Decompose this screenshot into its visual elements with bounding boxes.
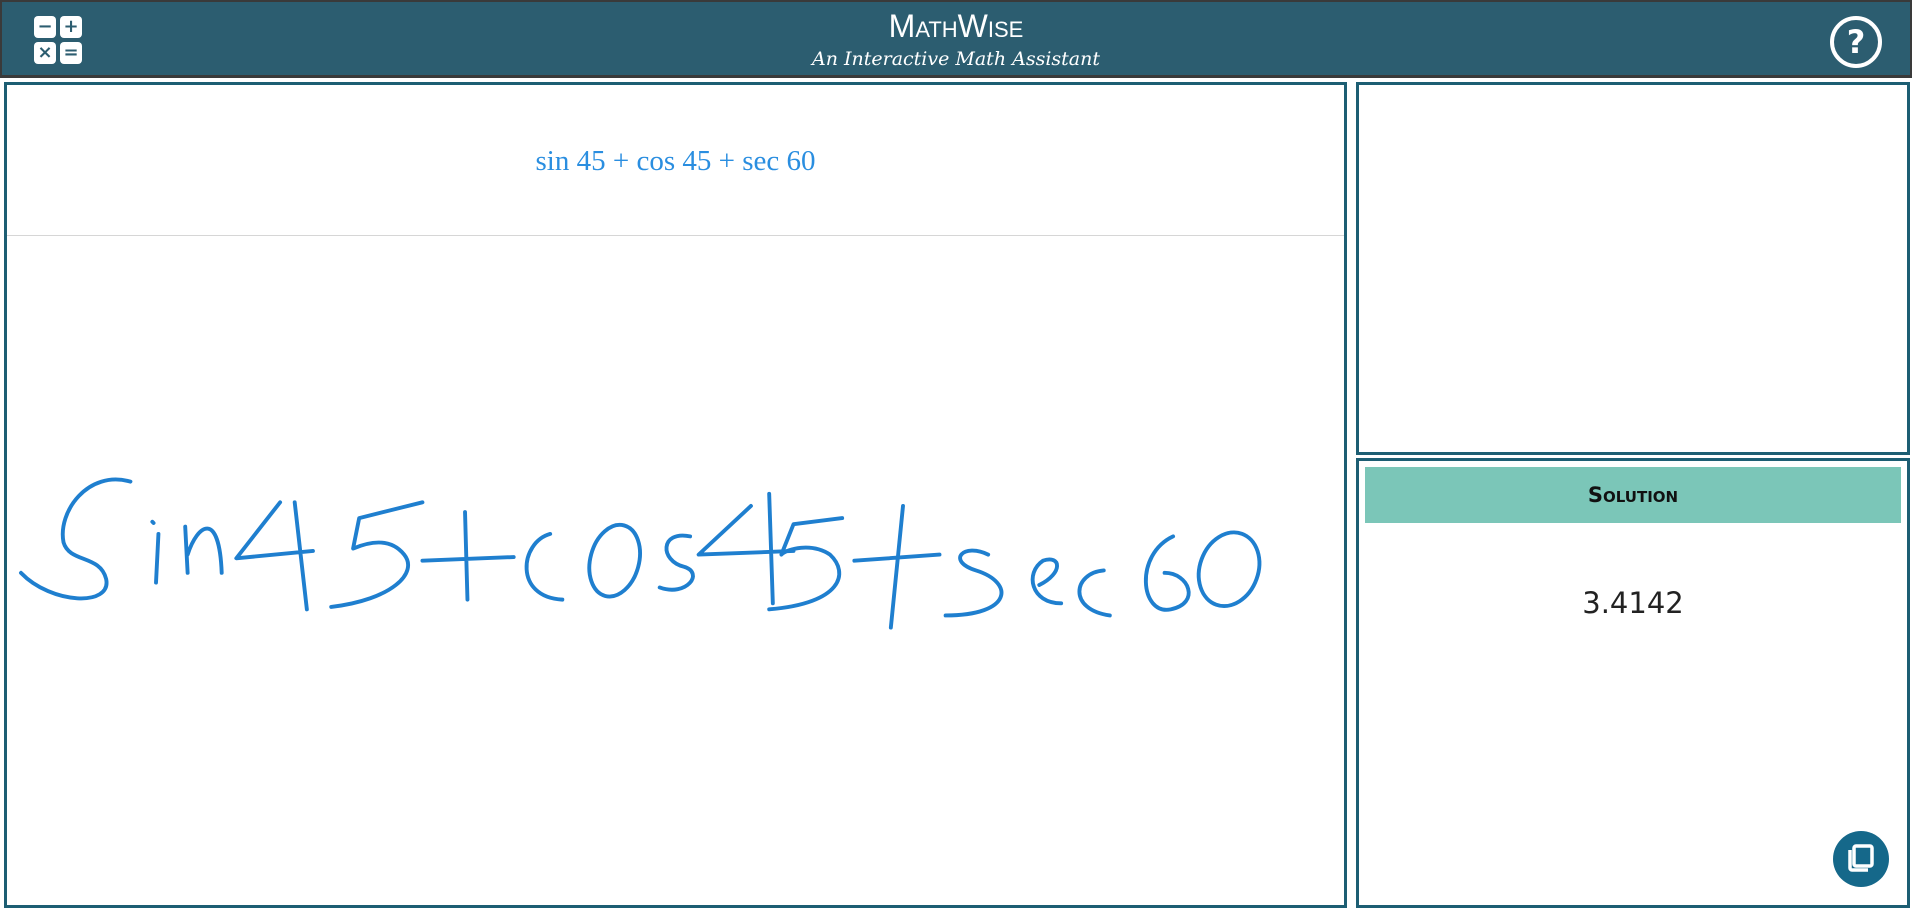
app-title: MathWise xyxy=(888,8,1024,44)
solution-value: 3.4142 xyxy=(1582,586,1684,620)
ink-stroke xyxy=(1196,530,1262,608)
ink-stroke xyxy=(943,548,1004,618)
ink-stroke xyxy=(587,522,642,599)
app-header: − + × = MathWise An Interactive Math Ass… xyxy=(0,0,1912,78)
ink-stroke xyxy=(524,531,565,602)
ink-stroke xyxy=(1030,557,1064,606)
copy-button[interactable] xyxy=(1833,831,1889,887)
solution-header: Solution xyxy=(1365,467,1901,523)
ink-stroke xyxy=(1077,568,1112,618)
app-subtitle: An Interactive Math Assistant xyxy=(812,48,1100,70)
ink-stroke xyxy=(150,519,161,585)
ink-stroke xyxy=(696,491,796,606)
ink-stroke xyxy=(767,516,845,612)
ink-stroke xyxy=(234,500,315,612)
help-button[interactable]: ? xyxy=(1830,16,1882,68)
ink-stroke xyxy=(183,524,224,575)
ink-stroke xyxy=(657,533,695,592)
handwriting-panel: sin 45 + cos 45 + sec 60 xyxy=(4,82,1347,908)
ink-stroke xyxy=(1143,534,1191,612)
preview-panel xyxy=(1356,82,1910,455)
solution-panel: Solution 3.4142 xyxy=(1356,458,1910,908)
copy-icon xyxy=(1848,844,1874,872)
ink-stroke xyxy=(852,504,942,630)
ink-stroke xyxy=(19,477,133,601)
ink-stroke xyxy=(420,510,516,602)
drawing-canvas[interactable] xyxy=(7,85,1344,905)
ink-stroke xyxy=(329,500,425,609)
